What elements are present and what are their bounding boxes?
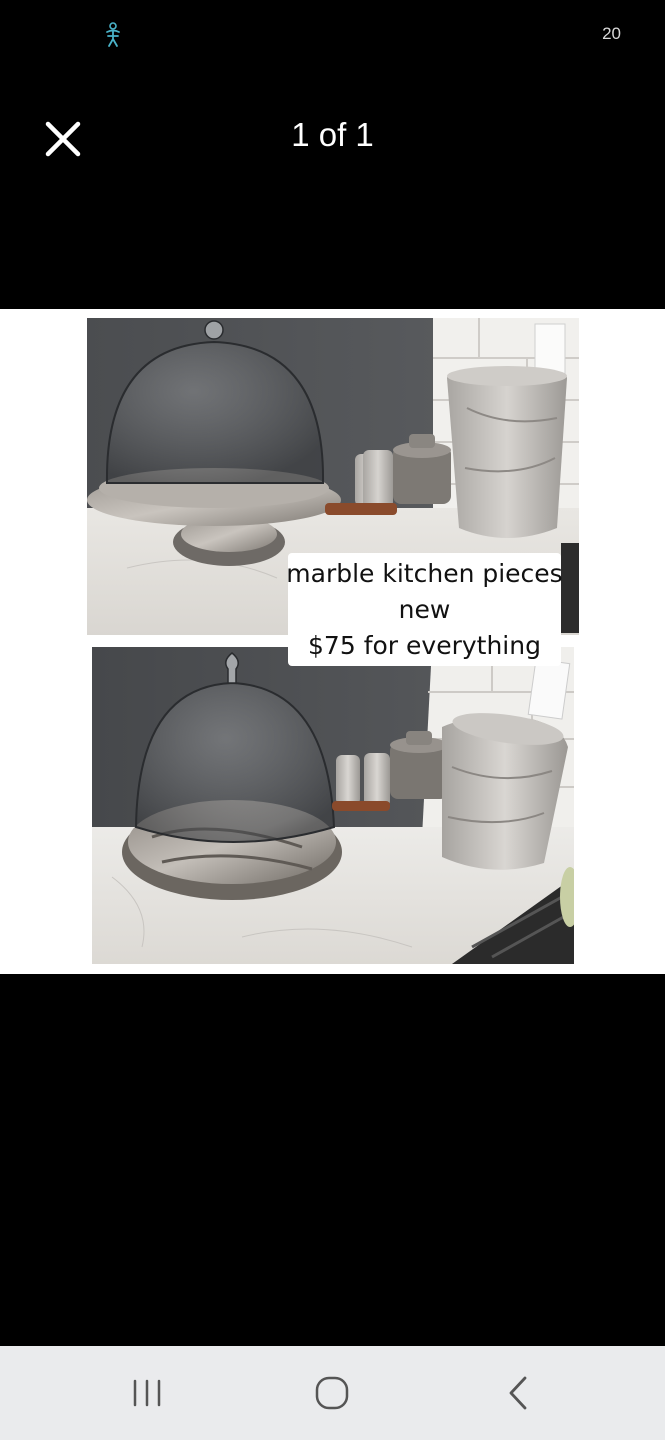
home-button[interactable] bbox=[272, 1346, 392, 1440]
caption-line-title: marble kitchen pieces bbox=[286, 558, 563, 588]
back-chevron-icon bbox=[509, 1376, 527, 1410]
caption-line-price: $75 for everything bbox=[308, 630, 541, 660]
recents-button[interactable] bbox=[87, 1346, 207, 1440]
system-nav-bar bbox=[0, 1346, 665, 1440]
photo-caption: marble kitchen pieces new $75 for everyt… bbox=[286, 553, 563, 666]
image-counter: 1 of 1 bbox=[291, 116, 374, 153]
back-button[interactable] bbox=[458, 1346, 578, 1440]
accessibility-figure-icon bbox=[104, 22, 122, 48]
status-indicator-text: 20 bbox=[602, 24, 621, 43]
viewer-header: 1 of 1 bbox=[0, 100, 665, 180]
home-icon bbox=[315, 1376, 349, 1410]
photo-bottom-marble-set bbox=[92, 647, 574, 964]
photo-viewer[interactable]: marble kitchen pieces new $75 for everyt… bbox=[0, 309, 665, 974]
status-bar: 20 bbox=[0, 0, 665, 70]
caption-line-condition: new bbox=[398, 594, 451, 624]
recents-icon bbox=[133, 1379, 161, 1407]
